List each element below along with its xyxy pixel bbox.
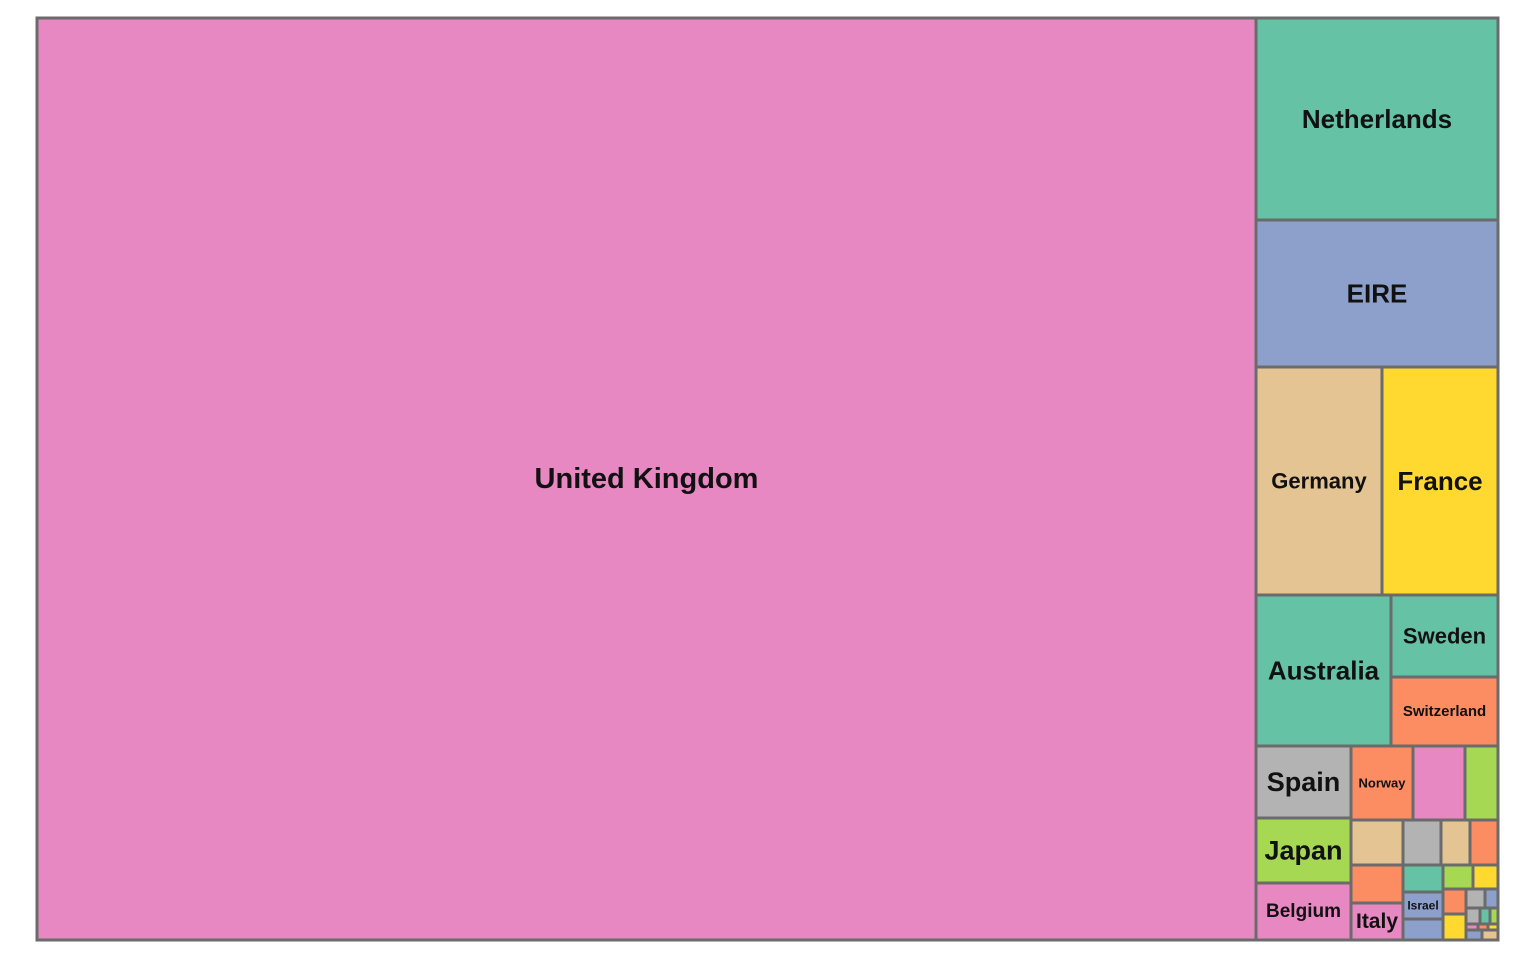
tile-label-sweden: Sweden <box>1403 624 1486 649</box>
tile-unlabeled-26 <box>1441 912 1468 942</box>
tile-label-germany: Germany <box>1271 469 1367 494</box>
tile-unlabeled-18 <box>1349 863 1405 905</box>
tile-label-united-kingdom: United Kingdom <box>535 463 759 495</box>
tile-unlabeled-36 <box>1480 928 1500 942</box>
tile-unlabeled-29 <box>1464 906 1482 926</box>
tile-label-japan: Japan <box>1264 836 1342 866</box>
tile-unlabeled-14 <box>1349 818 1405 867</box>
tile-label-norway: Norway <box>1359 776 1407 791</box>
tile-unlabeled-22 <box>1471 863 1500 891</box>
tile-unlabeled-21 <box>1441 863 1475 891</box>
tile-unlabeled-16 <box>1439 818 1472 867</box>
tile-label-france: France <box>1397 466 1482 496</box>
tile-unlabeled-31 <box>1488 906 1500 926</box>
tile-label-spain: Spain <box>1267 767 1341 797</box>
tile-unlabeled-15 <box>1401 818 1443 867</box>
tile-unlabeled-17 <box>1468 818 1500 867</box>
tile-label-israel: Israel <box>1407 899 1438 913</box>
tile-unlabeled-25 <box>1441 887 1468 916</box>
tile-unlabeled-28 <box>1483 887 1500 910</box>
tile-unlabeled-20 <box>1401 863 1445 894</box>
tile-label-italy: Italy <box>1356 910 1398 933</box>
tile-unlabeled-24 <box>1401 917 1445 942</box>
tile-unlabeled-12 <box>1411 744 1467 822</box>
tile-unlabeled-27 <box>1464 887 1487 910</box>
tile-label-switzerland: Switzerland <box>1403 703 1486 720</box>
tile-label-australia: Australia <box>1268 656 1380 686</box>
tile-label-netherlands: Netherlands <box>1302 104 1452 134</box>
tile-unlabeled-13 <box>1463 744 1500 822</box>
tile-label-eire: EIRE <box>1347 279 1408 309</box>
tile-label-belgium: Belgium <box>1266 901 1341 922</box>
tile-unlabeled-35 <box>1464 928 1484 942</box>
treemap-chart: United Kingdom Netherlands EIRE Germany Fran… <box>35 16 1500 942</box>
